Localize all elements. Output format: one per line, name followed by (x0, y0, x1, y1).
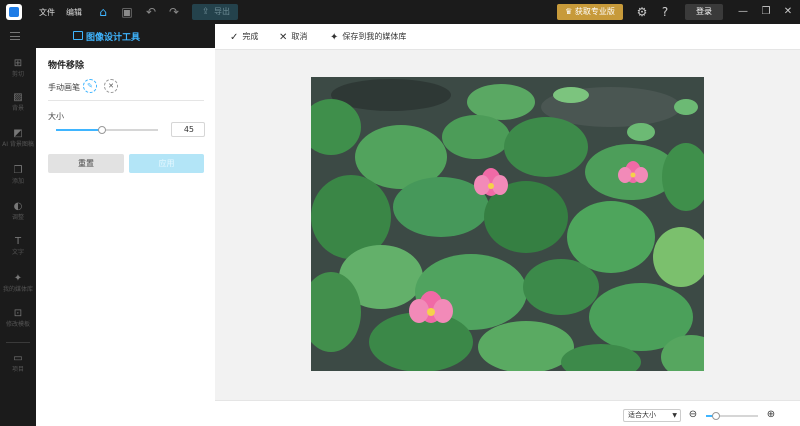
zoom-out-icon[interactable]: ⊖ (686, 408, 700, 422)
minimize-icon[interactable]: — (735, 4, 751, 20)
upload-icon: ⇪ (202, 7, 210, 17)
close-icon: ✕ (279, 32, 288, 43)
crop-icon: ⊞ (13, 58, 23, 69)
menu-file[interactable]: 文件 (39, 7, 55, 18)
rail-item-project[interactable]: ▭ 项目 (0, 353, 36, 381)
save-icon[interactable]: ▣ (119, 4, 135, 20)
folder-icon: ▭ (13, 353, 23, 364)
edit-toolbar: ✓ 完成 ✕ 取消 ✦ 保存到我的媒体库 (215, 24, 800, 50)
maximize-icon[interactable]: ❐ (758, 4, 774, 20)
rail-item-label: 项目 (11, 366, 24, 373)
zoom-in-icon[interactable]: ⊕ (764, 408, 778, 422)
menu-edit[interactable]: 编辑 (66, 7, 82, 18)
close-icon[interactable]: ✕ (780, 4, 796, 20)
rail-item-background[interactable]: ▨ 背景 (0, 92, 36, 120)
chevron-down-icon: ▼ (672, 412, 677, 419)
text-icon: T (14, 236, 22, 247)
brush-add-icon[interactable]: ✎ (83, 79, 97, 93)
login-button[interactable]: 登录 (685, 4, 723, 20)
rail-item-template[interactable]: ⊡ 修改模板 (0, 308, 36, 336)
cancel-button[interactable]: ✕ 取消 (279, 31, 307, 43)
sparkle-icon: ✦ (13, 273, 23, 284)
canvas-area[interactable] (215, 50, 800, 400)
rail-item-media-library[interactable]: ✦ 我的媒体库 (0, 273, 36, 301)
apply-button[interactable]: 应用 (129, 154, 204, 173)
image-icon (73, 31, 83, 40)
sparkle-icon: ✦ (330, 32, 339, 43)
rail-item-label: 添加 (11, 178, 24, 185)
rail-item-label: AI 背景图稿 (2, 141, 34, 148)
tool-rail: ⊞ 剪切 ▨ 背景 ◩ AI 背景图稿 ❐ 添加 ◐ 调整 T 文字 ✦ 我的媒… (0, 48, 36, 426)
rail-item-ai-background[interactable]: ◩ AI 背景图稿 (0, 128, 36, 156)
lotus-photo[interactable] (311, 77, 704, 371)
rail-item-adjust[interactable]: ◐ 调整 (0, 201, 36, 229)
object-removal-panel: 物件移除 手动画笔 ✎ ✕ 大小 45 重置 应用 (36, 48, 215, 426)
layers-icon: ❐ (13, 165, 23, 176)
brush-label: 手动画笔 (48, 83, 80, 92)
help-icon[interactable]: ? (657, 4, 673, 20)
rail-item-label: 剪切 (11, 71, 24, 78)
done-label: 完成 (242, 32, 259, 41)
tool-header: 图像设计工具 (0, 24, 215, 48)
cancel-label: 取消 (291, 32, 308, 41)
fit-size-label: 适合大小 (628, 411, 656, 419)
menu-icon[interactable] (10, 32, 20, 40)
export-button[interactable]: ⇪ 导出 (192, 4, 238, 20)
title-bar: 文件 编辑 ⌂ ▣ ↶ ↷ ⇪ 导出 ♛ 获取专业版 ⚙ ? 登录 — ❐ ✕ (0, 0, 800, 24)
palette-icon: ◐ (13, 201, 23, 212)
rail-item-label: 修改模板 (5, 321, 30, 328)
ai-background-icon: ◩ (13, 128, 23, 139)
rail-item-label: 文字 (11, 249, 24, 256)
brush-erase-icon[interactable]: ✕ (104, 79, 118, 93)
size-label: 大小 (48, 112, 64, 121)
size-slider[interactable] (56, 126, 158, 134)
app-logo (6, 4, 22, 20)
rail-item-add[interactable]: ❐ 添加 (0, 165, 36, 193)
rail-item-text[interactable]: T 文字 (0, 236, 36, 264)
rail-divider (6, 342, 30, 343)
check-icon: ✓ (230, 32, 239, 43)
reset-button[interactable]: 重置 (48, 154, 124, 173)
size-input[interactable]: 45 (171, 122, 205, 137)
save-to-library-label: 保存到我的媒体库 (342, 32, 407, 41)
save-to-library-button[interactable]: ✦ 保存到我的媒体库 (330, 31, 406, 43)
export-label: 导出 (214, 7, 230, 16)
status-bar: 适合大小 ▼ ⊖ ⊕ (215, 400, 800, 426)
rail-item-label: 调整 (11, 214, 24, 221)
fit-size-select[interactable]: 适合大小 ▼ (623, 409, 681, 422)
tool-title: 图像设计工具 (86, 33, 141, 43)
size-slider-fill (56, 129, 102, 131)
home-icon[interactable]: ⌂ (95, 4, 111, 20)
zoom-slider-handle[interactable] (712, 412, 721, 420)
panel-title: 物件移除 (48, 61, 85, 71)
settings-icon[interactable]: ⚙ (634, 4, 650, 20)
rail-item-crop[interactable]: ⊞ 剪切 (0, 58, 36, 86)
done-button[interactable]: ✓ 完成 (230, 31, 258, 43)
crown-icon: ♛ (565, 7, 573, 16)
get-pro-button[interactable]: ♛ 获取专业版 (557, 4, 623, 20)
template-icon: ⊡ (13, 308, 23, 319)
get-pro-label: 获取专业版 (574, 7, 615, 16)
zoom-slider[interactable] (706, 412, 758, 420)
divider (48, 100, 204, 101)
redo-icon[interactable]: ↷ (166, 4, 182, 20)
size-slider-handle[interactable] (97, 126, 106, 134)
texture-icon: ▨ (13, 92, 23, 103)
rail-item-label: 我的媒体库 (2, 286, 33, 293)
rail-item-label: 背景 (11, 105, 24, 112)
undo-icon[interactable]: ↶ (143, 4, 159, 20)
